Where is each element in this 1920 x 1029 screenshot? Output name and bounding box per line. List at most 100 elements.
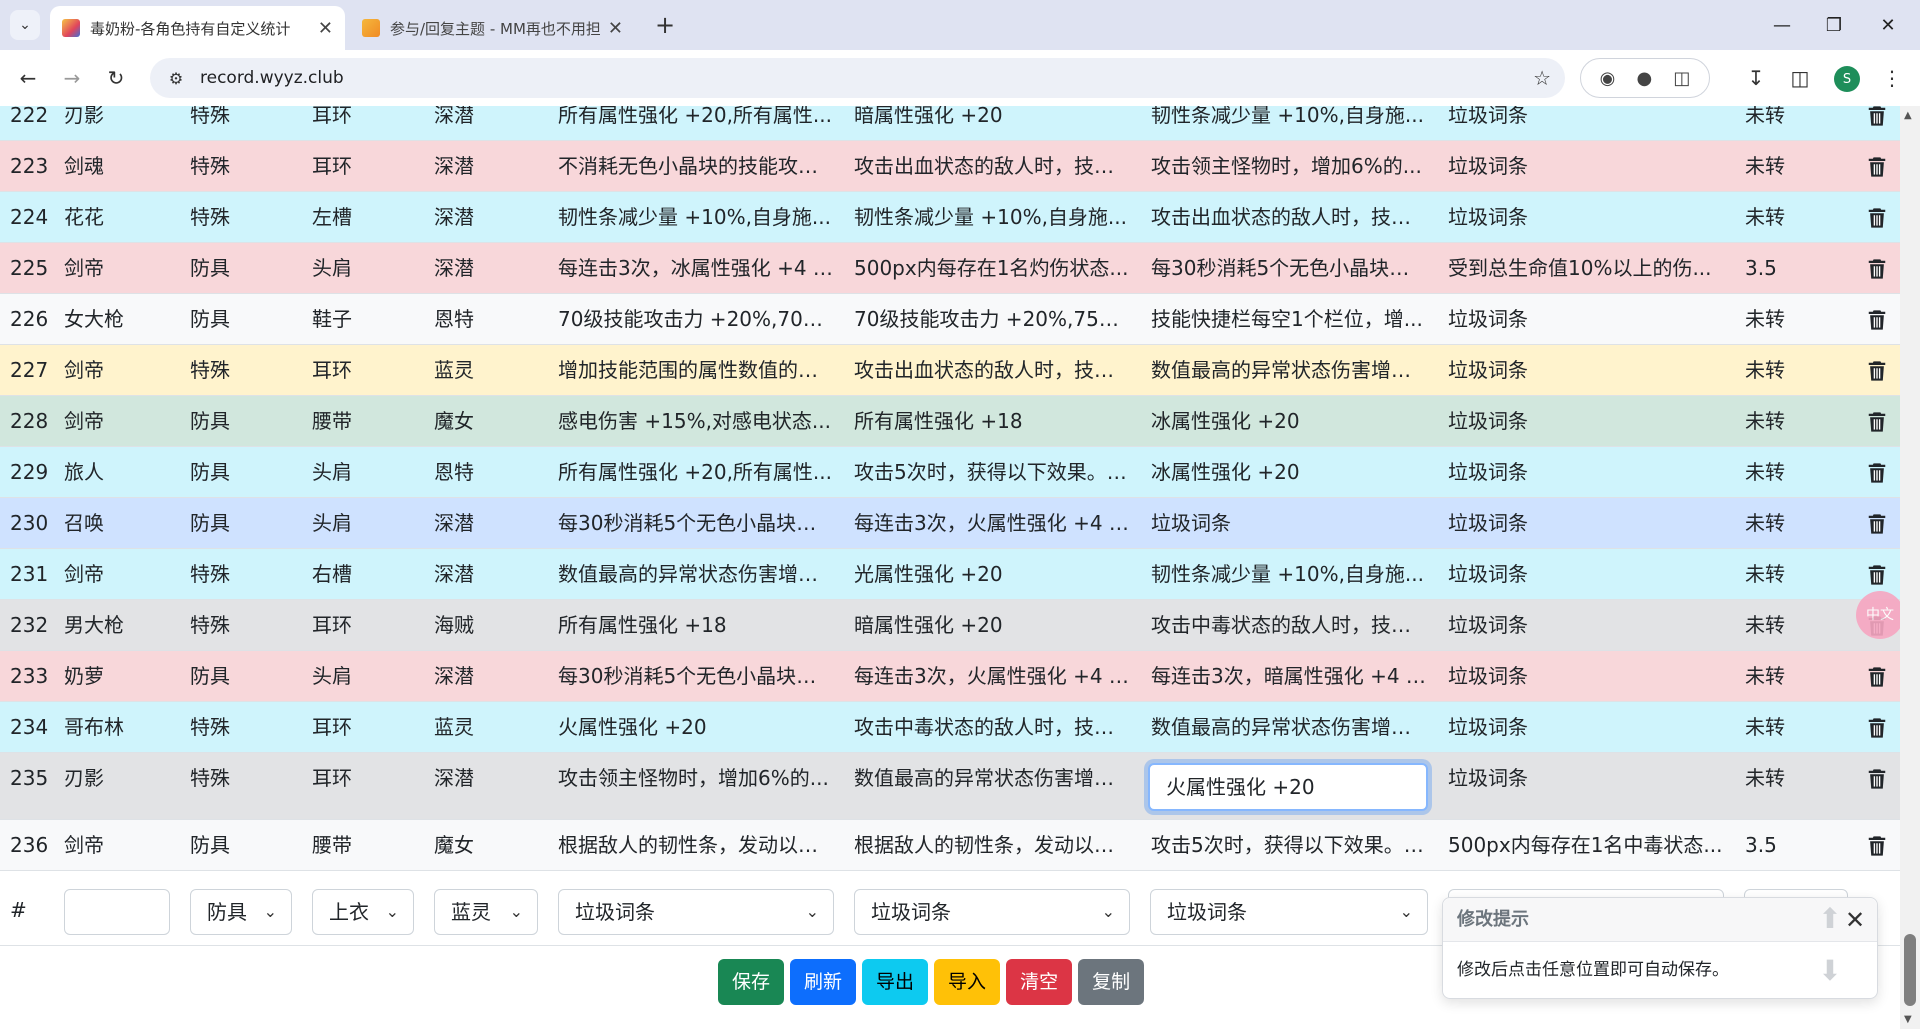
cell-role[interactable]: 刃影	[64, 106, 174, 141]
cell-affix3[interactable]: 技能快捷栏每空1个栏位，增...	[1151, 294, 1427, 345]
trash-icon[interactable]	[1866, 768, 1888, 790]
puzzle-extensions-icon[interactable]: ◫	[1673, 68, 1690, 89]
cell-slot[interactable]: 头肩	[312, 651, 422, 702]
cell-type[interactable]: 防具	[190, 820, 300, 871]
table-row[interactable]: 222 刃影 特殊 耳环 深潜 所有属性强化 +20,所有属性... 暗属性强化 +20 韧性…	[0, 106, 1900, 141]
cell-set[interactable]: 深潜	[434, 753, 544, 804]
bookmark-star-icon[interactable]: ☆	[1533, 66, 1551, 90]
cell-status[interactable]: 3.5	[1745, 243, 1835, 294]
cell-slot[interactable]: 耳环	[312, 702, 422, 753]
cell-affix4[interactable]: 垃圾词条	[1448, 447, 1724, 498]
cell-status[interactable]: 未转	[1745, 498, 1835, 549]
table-row[interactable]: 232 男大枪 特殊 耳环 海贼 所有属性强化 +18 暗属性强化 +20 攻击中毒状态的敌人…	[0, 600, 1900, 651]
cell-type[interactable]: 特殊	[190, 106, 300, 141]
cell-set[interactable]: 深潜	[434, 106, 544, 141]
cell-slot[interactable]: 右槽	[312, 549, 422, 600]
cell-affix2[interactable]: 韧性条减少量 +10%,自身施...	[854, 192, 1130, 243]
trash-icon[interactable]	[1866, 564, 1888, 586]
cell-affix1[interactable]: 每30秒消耗5个无色小晶块获...	[558, 498, 834, 549]
table-row[interactable]: 235 刃影 特殊 耳环 深潜 攻击领主怪物时，增加6%的... 数值最高的异常状态伤害增加…	[0, 753, 1900, 820]
cell-role[interactable]: 剑帝	[64, 396, 174, 447]
cell-set[interactable]: 深潜	[434, 141, 544, 192]
cell-type[interactable]: 防具	[190, 498, 300, 549]
cell-set[interactable]: 魔女	[434, 396, 544, 447]
cell-status[interactable]: 未转	[1745, 651, 1835, 702]
cell-affix4[interactable]: 垃圾词条	[1448, 549, 1724, 600]
cell-status[interactable]: 未转	[1745, 396, 1835, 447]
cell-status[interactable]: 未转	[1745, 447, 1835, 498]
cell-affix3[interactable]: 垃圾词条	[1151, 498, 1427, 549]
cell-affix4[interactable]: 垃圾词条	[1448, 294, 1724, 345]
cell-affix4[interactable]: 500px内每存在1名中毒状态...	[1448, 820, 1724, 871]
cell-type[interactable]: 特殊	[190, 345, 300, 396]
table-row[interactable]: 227 剑帝 特殊 耳环 蓝灵 增加技能范围的属性数值的总... 攻击出血状态的敌人时，技能…	[0, 345, 1900, 396]
cell-role[interactable]: 剑魂	[64, 141, 174, 192]
cell-affix2[interactable]: 暗属性强化 +20	[854, 106, 1130, 141]
cell-status[interactable]: 3.5	[1745, 820, 1835, 871]
cell-affix3[interactable]: 每连击3次，暗属性强化 +4 (...	[1151, 651, 1427, 702]
cell-slot[interactable]: 腰带	[312, 396, 422, 447]
table-row[interactable]: 226 女大枪 防具 鞋子 恩特 70级技能攻击力 +20%,70级... 70级技能攻击力…	[0, 294, 1900, 345]
name-input[interactable]	[64, 889, 170, 935]
cell-slot[interactable]: 头肩	[312, 243, 422, 294]
cell-affix3[interactable]: 数值最高的异常状态伤害增加...	[1151, 702, 1427, 753]
cell-affix3[interactable]: 冰属性强化 +20	[1151, 396, 1427, 447]
cell-affix1[interactable]: 增加技能范围的属性数值的总...	[558, 345, 834, 396]
copy-button[interactable]: 复制	[1078, 959, 1145, 1005]
table-row[interactable]: 233 奶萝 防具 头肩 深潜 每30秒消耗5个无色小晶块获... 每连击3次，火属性强化 …	[0, 651, 1900, 702]
close-window-button[interactable]: ✕	[1866, 8, 1910, 42]
cell-type[interactable]: 特殊	[190, 753, 300, 804]
cell-status[interactable]: 未转	[1745, 702, 1835, 753]
cell-affix1[interactable]: 攻击领主怪物时，增加6%的...	[558, 753, 834, 804]
cell-slot[interactable]: 耳环	[312, 141, 422, 192]
tab-active[interactable]: 毒奶粉-各角色持有自定义统计 ✕	[50, 6, 345, 50]
trash-icon[interactable]	[1866, 411, 1888, 433]
cell-slot[interactable]: 耳环	[312, 345, 422, 396]
address-bar[interactable]: ⚙ record.wyyz.club ☆	[150, 58, 1565, 98]
cell-affix4[interactable]: 垃圾词条	[1448, 192, 1724, 243]
cell-affix4[interactable]: 垃圾词条	[1448, 753, 1724, 804]
cell-affix2[interactable]: 每连击3次，火属性强化 +4 (...	[854, 651, 1130, 702]
close-icon[interactable]: ✕	[608, 18, 623, 39]
slot-select[interactable]: 上衣 ⌄	[312, 889, 414, 935]
cell-affix3[interactable]: 数值最高的异常状态伤害增加...	[1151, 345, 1427, 396]
cell-type[interactable]: 防具	[190, 294, 300, 345]
cell-type[interactable]: 特殊	[190, 549, 300, 600]
affix2-select[interactable]: 垃圾词条 ⌄	[854, 889, 1130, 935]
scrollbar-thumb[interactable]	[1904, 934, 1916, 1006]
cell-affix3[interactable]: 韧性条减少量 +10%,自身施...	[1151, 549, 1427, 600]
trash-icon[interactable]	[1866, 258, 1888, 280]
scroll-bottom-arrow-icon[interactable]: ⬇	[1815, 954, 1845, 987]
cell-slot[interactable]: 耳环	[312, 600, 422, 651]
cell-slot[interactable]: 左槽	[312, 192, 422, 243]
cell-affix1[interactable]: 70级技能攻击力 +20%,70级...	[558, 294, 834, 345]
back-button[interactable]: ←	[12, 62, 44, 94]
trash-icon[interactable]	[1866, 513, 1888, 535]
set-select[interactable]: 蓝灵 ⌄	[434, 889, 538, 935]
scroll-top-arrow-icon[interactable]: ⬆	[1815, 902, 1845, 935]
cell-type[interactable]: 特殊	[190, 192, 300, 243]
cell-affix4[interactable]: 垃圾词条	[1448, 141, 1724, 192]
more-menu-icon[interactable]: ⋮	[1876, 62, 1908, 94]
cell-affix1[interactable]: 每30秒消耗5个无色小晶块获...	[558, 651, 834, 702]
cell-status[interactable]: 未转	[1745, 192, 1835, 243]
affix3-select[interactable]: 垃圾词条 ⌄	[1150, 889, 1428, 935]
tab-inactive[interactable]: 参与/回复主题 - MM再也不用担心我 ✕	[350, 6, 635, 50]
cell-role[interactable]: 女大枪	[64, 294, 174, 345]
cell-affix2[interactable]: 暗属性强化 +20	[854, 600, 1130, 651]
cell-set[interactable]: 深潜	[434, 549, 544, 600]
cell-affix2[interactable]: 70级技能攻击力 +20%,75级...	[854, 294, 1130, 345]
cell-type[interactable]: 特殊	[190, 702, 300, 753]
trash-icon[interactable]	[1866, 156, 1888, 178]
cell-affix2[interactable]: 根据敌人的韧性条，发动以下...	[854, 820, 1130, 871]
cell-slot[interactable]: 头肩	[312, 447, 422, 498]
cell-affix3[interactable]: 攻击出血状态的敌人时，技能...	[1151, 192, 1427, 243]
cell-set[interactable]: 恩特	[434, 447, 544, 498]
cell-set[interactable]: 深潜	[434, 498, 544, 549]
table-row[interactable]: 231 剑帝 特殊 右槽 深潜 数值最高的异常状态伤害增加... 光属性强化 +20 韧性条减…	[0, 549, 1900, 600]
minimize-button[interactable]: —	[1760, 8, 1804, 42]
password-extension-icon[interactable]: ◉	[1600, 68, 1616, 89]
refresh-button[interactable]: 刷新	[790, 959, 857, 1005]
cell-status[interactable]: 未转	[1745, 753, 1835, 804]
cell-affix4[interactable]: 垃圾词条	[1448, 396, 1724, 447]
